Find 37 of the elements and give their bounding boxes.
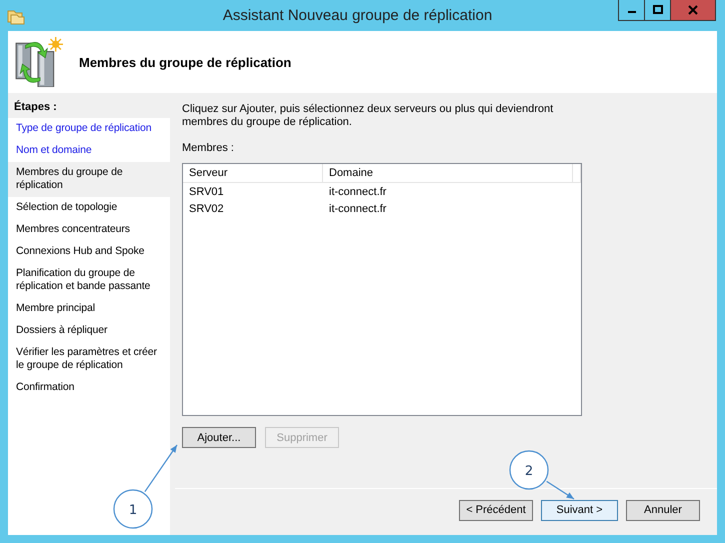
close-icon xyxy=(688,5,698,15)
window-title: Assistant Nouveau groupe de réplication xyxy=(222,7,494,24)
step-item: Dossiers à répliquer xyxy=(15,323,108,338)
step-link[interactable]: Nom et domaine xyxy=(8,140,170,162)
list-label: Membres : xyxy=(182,142,235,154)
step-item: Planification du groupe de réplication et bande passante xyxy=(15,266,152,294)
step-item: Membre principal xyxy=(15,301,96,316)
maximize-icon xyxy=(652,5,662,15)
step-item: Confirmation xyxy=(15,380,76,395)
step-item: Vérifier les paramètres et créer le groupe de réplication xyxy=(15,345,158,373)
minimize-button[interactable] xyxy=(618,0,645,21)
sidebar-heading: Étapes : xyxy=(8,95,170,118)
step-item: Connexions Hub and Spoke xyxy=(15,244,146,259)
page-heading: Membres du groupe de réplication xyxy=(79,54,292,70)
callout-circle xyxy=(113,489,153,529)
step-item: Membres concentrateurs xyxy=(15,222,131,237)
add-button[interactable]: Ajouter... xyxy=(182,427,256,448)
instruction-text: Cliquez sur Ajouter, puis sélectionnez deux serveurs ou plus qui deviendront membres du groupe de réplication. xyxy=(182,103,554,129)
previous-button[interactable]: < Précédent xyxy=(459,500,533,520)
table-cell-text: SRV01 xyxy=(188,186,225,198)
members-list[interactable]: Serveur Domaine SRV01 it-connect.fr SRV02 it-connect.fr xyxy=(182,163,582,416)
table-cell-text: it-connect.fr xyxy=(328,202,388,214)
callout-arrow xyxy=(144,444,178,492)
step-link[interactable]: Type de groupe de réplication xyxy=(8,118,170,140)
close-button[interactable] xyxy=(670,0,716,21)
column-header[interactable]: Serveur xyxy=(183,164,323,182)
table-cell-text: it-connect.fr xyxy=(328,186,388,198)
table-cell-text: SRV02 xyxy=(188,202,225,214)
callout-number: 1 xyxy=(128,503,138,518)
step-item: Sélection de topologie xyxy=(15,200,118,215)
cancel-button[interactable]: Annuler xyxy=(626,500,700,520)
next-button[interactable]: Suivant > xyxy=(541,500,618,520)
step-item: Membres du groupe de réplication xyxy=(8,162,170,197)
column-header[interactable]: Domaine xyxy=(323,164,573,182)
callout-arrow xyxy=(546,480,574,500)
servers-sync-icon xyxy=(13,37,63,87)
callout-number: 2 xyxy=(524,464,534,479)
